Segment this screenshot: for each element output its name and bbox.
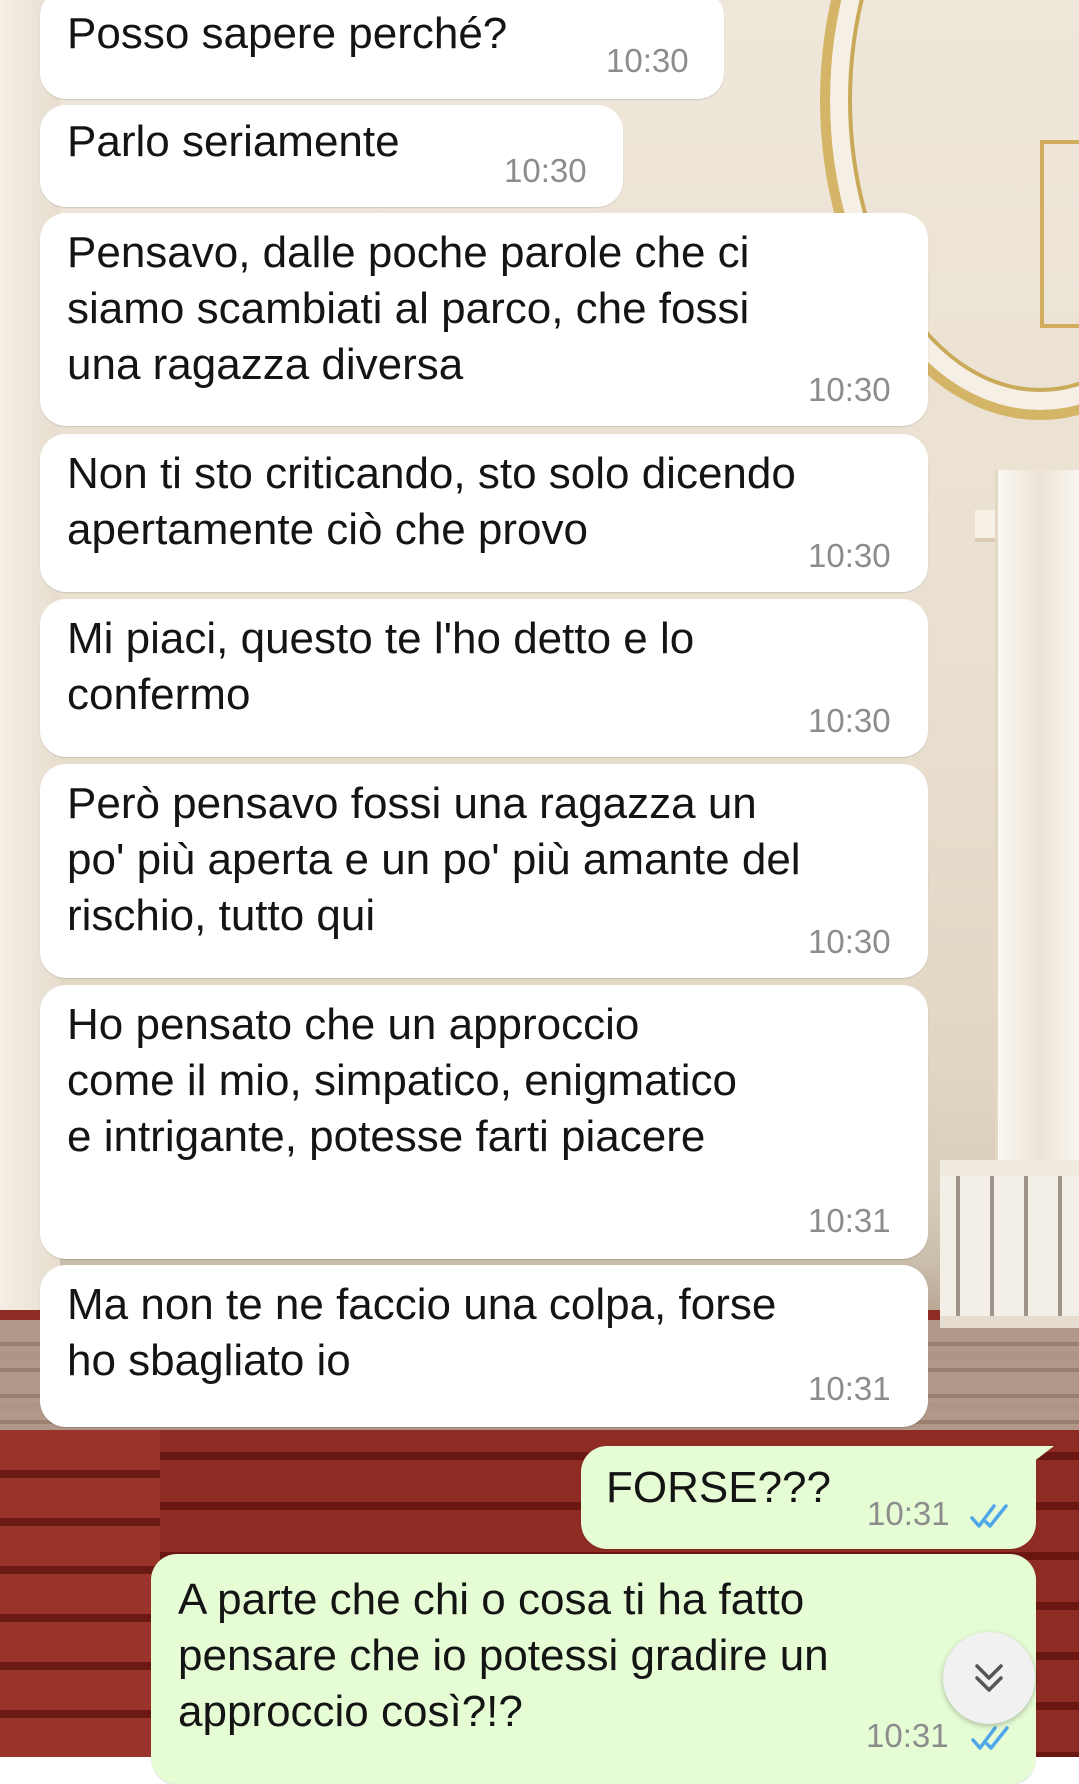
- message-text: Mi piaci, questo te l'ho detto e lo conf…: [67, 614, 695, 719]
- double-chevron-down-icon: [975, 1664, 1003, 1692]
- message-timestamp: 10:31: [808, 1202, 891, 1239]
- message-timestamp: 10:31: [867, 1495, 950, 1532]
- message-text: Parlo seriamente: [67, 117, 400, 166]
- message-text: Però pensavo fossi una ragazza un po' pi…: [67, 779, 801, 940]
- wallpaper-carpet: [0, 1430, 160, 1757]
- bubble-tail: [1028, 1446, 1054, 1466]
- message-text: Posso sapere perché?: [67, 9, 508, 58]
- incoming-message[interactable]: Non ti sto criticando, sto solo dicendo …: [40, 434, 928, 592]
- incoming-message[interactable]: Parlo seriamente 10:30: [40, 105, 623, 207]
- incoming-message[interactable]: Ho pensato che un approccio come il mio,…: [40, 985, 928, 1259]
- outgoing-message[interactable]: FORSE??? 10:31: [581, 1446, 1054, 1549]
- message-timestamp: 10:31: [866, 1717, 949, 1754]
- message-text: Non ti sto criticando, sto solo dicendo …: [67, 449, 796, 554]
- message-timestamp: 10:31: [808, 1370, 891, 1407]
- outgoing-message[interactable]: A parte che chi o cosa ti ha fatto pensa…: [151, 1554, 1036, 1784]
- double-check-icon: [971, 1726, 1009, 1750]
- incoming-message[interactable]: Però pensavo fossi una ragazza un po' pi…: [40, 764, 928, 978]
- message-text: Pensavo, dalle poche parole che ci siamo…: [67, 228, 750, 389]
- message-timestamp: 10:30: [808, 702, 891, 739]
- wallpaper-gold-panel: [1040, 140, 1079, 328]
- message-text: Ma non te ne faccio una colpa, forse ho …: [67, 1280, 777, 1385]
- message-timestamp: 10:30: [606, 42, 689, 79]
- incoming-message[interactable]: Mi piaci, questo te l'ho detto e lo conf…: [40, 599, 928, 757]
- message-timestamp: 10:30: [808, 537, 891, 574]
- message-text: A parte che chi o cosa ti ha fatto pensa…: [178, 1575, 829, 1736]
- double-check-icon: [970, 1504, 1008, 1528]
- message-timestamp: 10:30: [504, 152, 587, 189]
- incoming-message[interactable]: Ma non te ne faccio una colpa, forse ho …: [40, 1265, 928, 1427]
- message-text: FORSE???: [606, 1463, 831, 1512]
- incoming-message[interactable]: Pensavo, dalle poche parole che ci siamo…: [40, 213, 928, 426]
- message-timestamp: 10:30: [808, 923, 891, 960]
- wallpaper-balustrade: [940, 1160, 1079, 1328]
- message-text: Ho pensato che un approccio come il mio,…: [67, 1000, 738, 1161]
- message-timestamp: 10:30: [808, 371, 891, 408]
- scroll-to-bottom-button[interactable]: [943, 1632, 1035, 1724]
- incoming-message[interactable]: Posso sapere perché? 10:30: [40, 0, 724, 99]
